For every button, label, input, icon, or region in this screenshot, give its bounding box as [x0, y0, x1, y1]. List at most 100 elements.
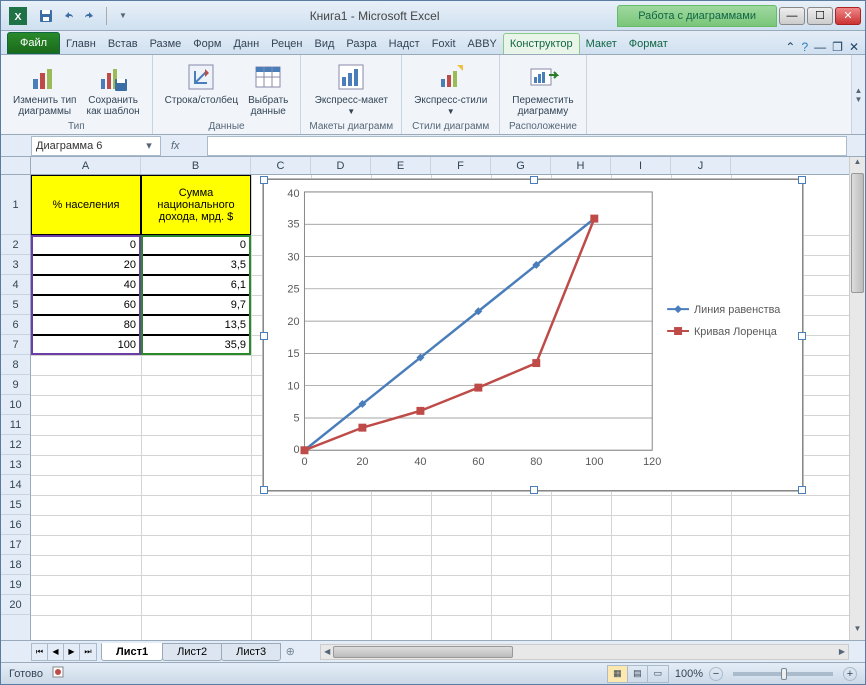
row-header-15[interactable]: 15: [1, 495, 30, 515]
sheet-tab-add[interactable]: ⊕: [280, 645, 300, 658]
qat-more-icon[interactable]: ▼: [114, 7, 132, 25]
close-button[interactable]: ✕: [835, 7, 861, 25]
col-header-F[interactable]: F: [431, 157, 491, 174]
tab-addins[interactable]: Надст: [383, 34, 426, 54]
chart-handle-s[interactable]: [530, 486, 538, 494]
zoom-in-button[interactable]: +: [843, 667, 857, 681]
cell-B7[interactable]: 35,9: [141, 335, 251, 355]
cell-B1[interactable]: Сумма национального дохода, мрд. $: [141, 175, 251, 235]
sheet-nav-last[interactable]: ⏭: [80, 644, 96, 660]
fx-icon[interactable]: fx: [171, 140, 180, 152]
row-header-5[interactable]: 5: [1, 295, 30, 315]
chart-handle-w[interactable]: [260, 332, 268, 340]
save-icon[interactable]: [37, 7, 55, 25]
cell-A5[interactable]: 60: [31, 295, 141, 315]
tab-home[interactable]: Главн: [60, 34, 102, 54]
col-header-B[interactable]: B: [141, 157, 251, 174]
minimize-ribbon-icon[interactable]: ⌃: [785, 40, 795, 54]
cell-A3[interactable]: 20: [31, 255, 141, 275]
col-header-A[interactable]: A: [31, 157, 141, 174]
row-header-7[interactable]: 7: [1, 335, 30, 355]
row-header-1[interactable]: 1: [1, 175, 30, 235]
select-all-corner[interactable]: [1, 157, 31, 175]
mdi-close-icon[interactable]: ✕: [849, 40, 859, 54]
row-header-19[interactable]: 19: [1, 575, 30, 595]
undo-icon[interactable]: [59, 7, 77, 25]
cell-B4[interactable]: 6,1: [141, 275, 251, 295]
tab-developer[interactable]: Разра: [340, 34, 382, 54]
chart-handle-nw[interactable]: [260, 176, 268, 184]
row-header-4[interactable]: 4: [1, 275, 30, 295]
zoom-slider-thumb[interactable]: [781, 668, 787, 680]
view-normal[interactable]: ▦: [608, 666, 628, 682]
chart-handle-n[interactable]: [530, 176, 538, 184]
col-header-J[interactable]: J: [671, 157, 731, 174]
vertical-scrollbar[interactable]: ▲ ▼: [849, 157, 865, 640]
name-box-dropdown-icon[interactable]: ▾: [142, 139, 156, 152]
cell-A4[interactable]: 40: [31, 275, 141, 295]
chart-object[interactable]: 0510152025303540 020406080100120: [263, 179, 803, 491]
tab-view[interactable]: Вид: [309, 34, 341, 54]
row-header-2[interactable]: 2: [1, 235, 30, 255]
cell-B5[interactable]: 9,7: [141, 295, 251, 315]
quick-styles-button[interactable]: Экспресс-стили▼: [410, 59, 491, 119]
col-header-D[interactable]: D: [311, 157, 371, 174]
cell-A1[interactable]: % населения: [31, 175, 141, 235]
row-header-12[interactable]: 12: [1, 435, 30, 455]
zoom-slider[interactable]: [733, 672, 833, 676]
mdi-restore-icon[interactable]: ❐: [832, 40, 843, 54]
cell-B3[interactable]: 3,5: [141, 255, 251, 275]
quick-layout-button[interactable]: Экспресс-макет▼: [311, 59, 392, 119]
cell-A2[interactable]: 0: [31, 235, 141, 255]
mdi-minimize-icon[interactable]: —: [814, 40, 826, 54]
chart-handle-sw[interactable]: [260, 486, 268, 494]
move-chart-button[interactable]: Переместить диаграмму: [508, 59, 577, 119]
help-icon[interactable]: ?: [801, 40, 808, 54]
sheet-nav-first[interactable]: ⏮: [32, 644, 48, 660]
row-header-13[interactable]: 13: [1, 455, 30, 475]
row-header-9[interactable]: 9: [1, 375, 30, 395]
row-header-20[interactable]: 20: [1, 595, 30, 615]
chart-handle-e[interactable]: [798, 332, 806, 340]
chart-handle-se[interactable]: [798, 486, 806, 494]
formula-input[interactable]: [207, 136, 847, 156]
redo-icon[interactable]: [81, 7, 99, 25]
cell-grid[interactable]: % населения Сумма национального дохода, …: [31, 175, 849, 640]
cell-A7[interactable]: 100: [31, 335, 141, 355]
tab-abbyy[interactable]: ABBY: [462, 34, 503, 54]
row-header-16[interactable]: 16: [1, 515, 30, 535]
select-data-button[interactable]: Выбрать данные: [244, 59, 292, 119]
row-header-6[interactable]: 6: [1, 315, 30, 335]
hscroll-thumb[interactable]: [333, 646, 513, 658]
tab-pagelayout[interactable]: Разме: [144, 34, 188, 54]
tab-foxit[interactable]: Foxit: [426, 34, 462, 54]
maximize-button[interactable]: ☐: [807, 7, 833, 25]
col-header-G[interactable]: G: [491, 157, 551, 174]
macro-record-icon[interactable]: [51, 665, 65, 682]
sheet-tab-3[interactable]: Лист3: [221, 643, 281, 661]
save-as-template-button[interactable]: Сохранить как шаблон: [82, 59, 143, 119]
tab-format[interactable]: Формат: [623, 34, 674, 54]
col-header-I[interactable]: I: [611, 157, 671, 174]
row-header-10[interactable]: 10: [1, 395, 30, 415]
name-box[interactable]: Диаграмма 6 ▾: [31, 136, 161, 156]
row-header-3[interactable]: 3: [1, 255, 30, 275]
col-header-C[interactable]: C: [251, 157, 311, 174]
view-pagelayout[interactable]: ▤: [628, 666, 648, 682]
tab-data[interactable]: Данн: [227, 34, 265, 54]
sheet-nav-prev[interactable]: ◀: [48, 644, 64, 660]
tab-insert[interactable]: Встав: [102, 34, 144, 54]
sheet-tab-1[interactable]: Лист1: [101, 643, 163, 661]
minimize-button[interactable]: —: [779, 7, 805, 25]
cell-B2[interactable]: 0: [141, 235, 251, 255]
file-tab[interactable]: Файл: [7, 32, 60, 54]
col-header-E[interactable]: E: [371, 157, 431, 174]
cell-B6[interactable]: 13,5: [141, 315, 251, 335]
switch-row-column-button[interactable]: Строка/столбец: [161, 59, 242, 119]
view-pagebreak[interactable]: ▭: [648, 666, 668, 682]
row-header-11[interactable]: 11: [1, 415, 30, 435]
row-header-18[interactable]: 18: [1, 555, 30, 575]
ribbon-scroll-up[interactable]: ▲▼: [851, 55, 865, 134]
tab-layout[interactable]: Макет: [580, 34, 623, 54]
horizontal-scrollbar[interactable]: ◀ ▶: [320, 644, 849, 660]
